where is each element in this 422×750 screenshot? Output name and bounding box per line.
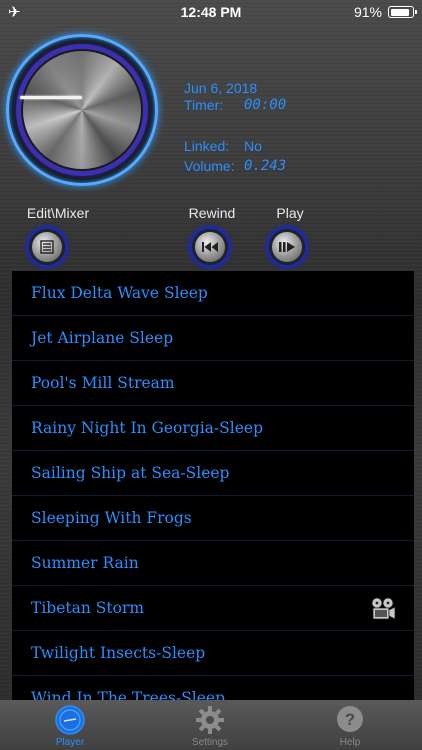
info-panel: Jun 6, 2018 Timer: 00:00 Linked: No Volu…	[160, 72, 422, 176]
play-pause-button[interactable]	[266, 226, 308, 268]
battery-percent: 91%	[353, 4, 382, 20]
linked-value: No	[244, 138, 262, 154]
track-title: Jet Airplane Sleep	[31, 329, 174, 347]
track-title: Twilight Insects-Sleep	[31, 644, 206, 662]
tab-bar: Player Settings ? Help	[0, 700, 422, 750]
list-item[interactable]: Pool's Mill Stream	[12, 361, 414, 406]
date-label: Jun 6, 2018	[184, 80, 258, 96]
list-item[interactable]: Tibetan Storm	[12, 586, 414, 631]
knob-face	[23, 51, 141, 169]
tab-help-label: Help	[339, 737, 361, 748]
track-title: Flux Delta Wave Sleep	[31, 284, 208, 302]
tab-settings[interactable]: Settings	[170, 700, 250, 750]
tab-player-label: Player	[55, 737, 85, 748]
list-item[interactable]: Wind In The Trees-Sleep	[12, 676, 414, 701]
list-item[interactable]: Sailing Ship at Sea-Sleep	[12, 451, 414, 496]
question-icon: ?	[337, 706, 363, 732]
timer-label: Timer:	[184, 97, 224, 113]
edit-mixer-icon	[32, 232, 62, 262]
edit-mixer-button[interactable]	[26, 226, 68, 268]
edit-mixer-label: Edit\Mixer	[26, 205, 90, 221]
gear-icon	[196, 706, 224, 734]
linked-label: Linked:	[184, 138, 230, 154]
list-item[interactable]: Twilight Insects-Sleep	[12, 631, 414, 676]
rewind-icon	[195, 232, 225, 262]
volume-knob[interactable]	[6, 34, 158, 186]
play-label: Play	[276, 205, 304, 221]
film-reel-icon[interactable]	[370, 597, 396, 621]
volume-value: 0.243	[244, 158, 287, 174]
tab-player[interactable]: Player	[30, 700, 110, 750]
volume-label: Volume:	[184, 158, 235, 174]
track-title: Sailing Ship at Sea-Sleep	[31, 464, 230, 482]
knob-indicator	[20, 96, 82, 99]
tab-settings-label: Settings	[191, 737, 229, 748]
tab-help[interactable]: ? Help	[310, 700, 390, 750]
rewind-button[interactable]	[189, 226, 231, 268]
track-title: Sleeping With Frogs	[31, 509, 192, 527]
track-title: Tibetan Storm	[31, 599, 145, 617]
list-item[interactable]: Rainy Night In Georgia-Sleep	[12, 406, 414, 451]
linked-row: Linked: No	[184, 138, 262, 154]
play-pause-icon	[272, 232, 302, 262]
track-list[interactable]: Flux Delta Wave Sleep Jet Airplane Sleep…	[12, 271, 414, 701]
list-item[interactable]: Jet Airplane Sleep	[12, 316, 414, 361]
timer-value: 00:00	[244, 97, 287, 113]
track-title: Pool's Mill Stream	[31, 374, 175, 392]
battery-icon	[388, 6, 417, 18]
rewind-label: Rewind	[188, 205, 236, 221]
status-bar: ✈ 12:48 PM 91%	[0, 0, 422, 24]
track-title: Rainy Night In Georgia-Sleep	[31, 419, 264, 437]
track-title: Summer Rain	[31, 554, 139, 572]
list-item[interactable]: Sleeping With Frogs	[12, 496, 414, 541]
svg-text:?: ?	[345, 710, 355, 729]
player-icon	[55, 705, 85, 735]
battery-fill	[390, 8, 409, 16]
list-item[interactable]: Flux Delta Wave Sleep	[12, 271, 414, 316]
timer-row: Timer: 00:00	[184, 97, 286, 113]
list-item[interactable]: Summer Rain	[12, 541, 414, 586]
volume-row: Volume: 0.243	[184, 158, 286, 174]
